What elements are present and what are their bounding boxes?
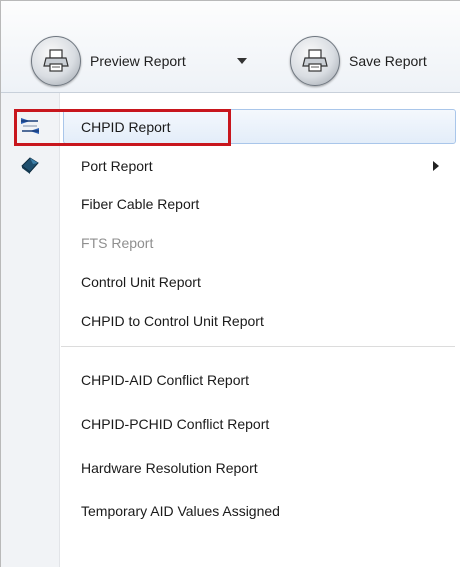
port-report-icon: [19, 154, 41, 176]
menu-item-hardware-resolution-report[interactable]: Hardware Resolution Report: [1, 449, 460, 487]
menu-item-label: Hardware Resolution Report: [81, 460, 258, 476]
menu-item-label: CHPID-AID Conflict Report: [81, 372, 250, 388]
menu-item-control-unit-report[interactable]: Control Unit Report: [1, 263, 460, 301]
menu-item-temporary-aid-values-assigned[interactable]: Temporary AID Values Assigned: [1, 492, 460, 530]
submenu-arrow-icon: [433, 161, 439, 171]
menu-item-port-report[interactable]: Port Report: [1, 147, 460, 185]
toolbar: Preview Report Save Report: [1, 1, 460, 93]
preview-report-button[interactable]: Preview Report: [31, 36, 186, 86]
menu-item-chpid-pchid-conflict-report[interactable]: CHPID-PCHID Conflict Report: [1, 405, 460, 443]
menu-item-label: CHPID to Control Unit Report: [81, 313, 264, 329]
menu-item-label: FTS Report: [81, 235, 154, 251]
preview-report-label: Preview Report: [90, 53, 186, 69]
menu-item-fts-report: FTS Report: [1, 224, 460, 262]
chpid-report-icon: [19, 115, 41, 137]
menu-separator: [61, 346, 455, 347]
menu-item-fiber-cable-report[interactable]: Fiber Cable Report: [1, 185, 460, 223]
menu-item-chpid-report[interactable]: CHPID Report: [1, 108, 460, 146]
menu-item-label: Temporary AID Values Assigned: [81, 503, 280, 519]
menu-item-label: Fiber Cable Report: [81, 196, 200, 212]
menu-item-label: CHPID-PCHID Conflict Report: [81, 416, 270, 432]
menu-item-chpid-aid-conflict-report[interactable]: CHPID-AID Conflict Report: [1, 361, 460, 399]
printer-icon: [290, 36, 340, 86]
menu-item-label: CHPID Report: [81, 119, 171, 135]
save-report-label: Save Report: [349, 53, 427, 69]
save-report-button[interactable]: Save Report: [290, 36, 427, 86]
chevron-down-icon[interactable]: [236, 55, 248, 67]
menu-item-label: Control Unit Report: [81, 274, 201, 290]
menu-item-chpid-to-control-unit-report[interactable]: CHPID to Control Unit Report: [1, 302, 460, 340]
report-window: Preview Report Save Report CHPID Report …: [0, 0, 460, 567]
menu-item-label: Port Report: [81, 158, 153, 174]
report-dropdown-menu: CHPID Report Port Report Fiber Cable Rep…: [1, 93, 460, 567]
printer-icon: [31, 36, 81, 86]
